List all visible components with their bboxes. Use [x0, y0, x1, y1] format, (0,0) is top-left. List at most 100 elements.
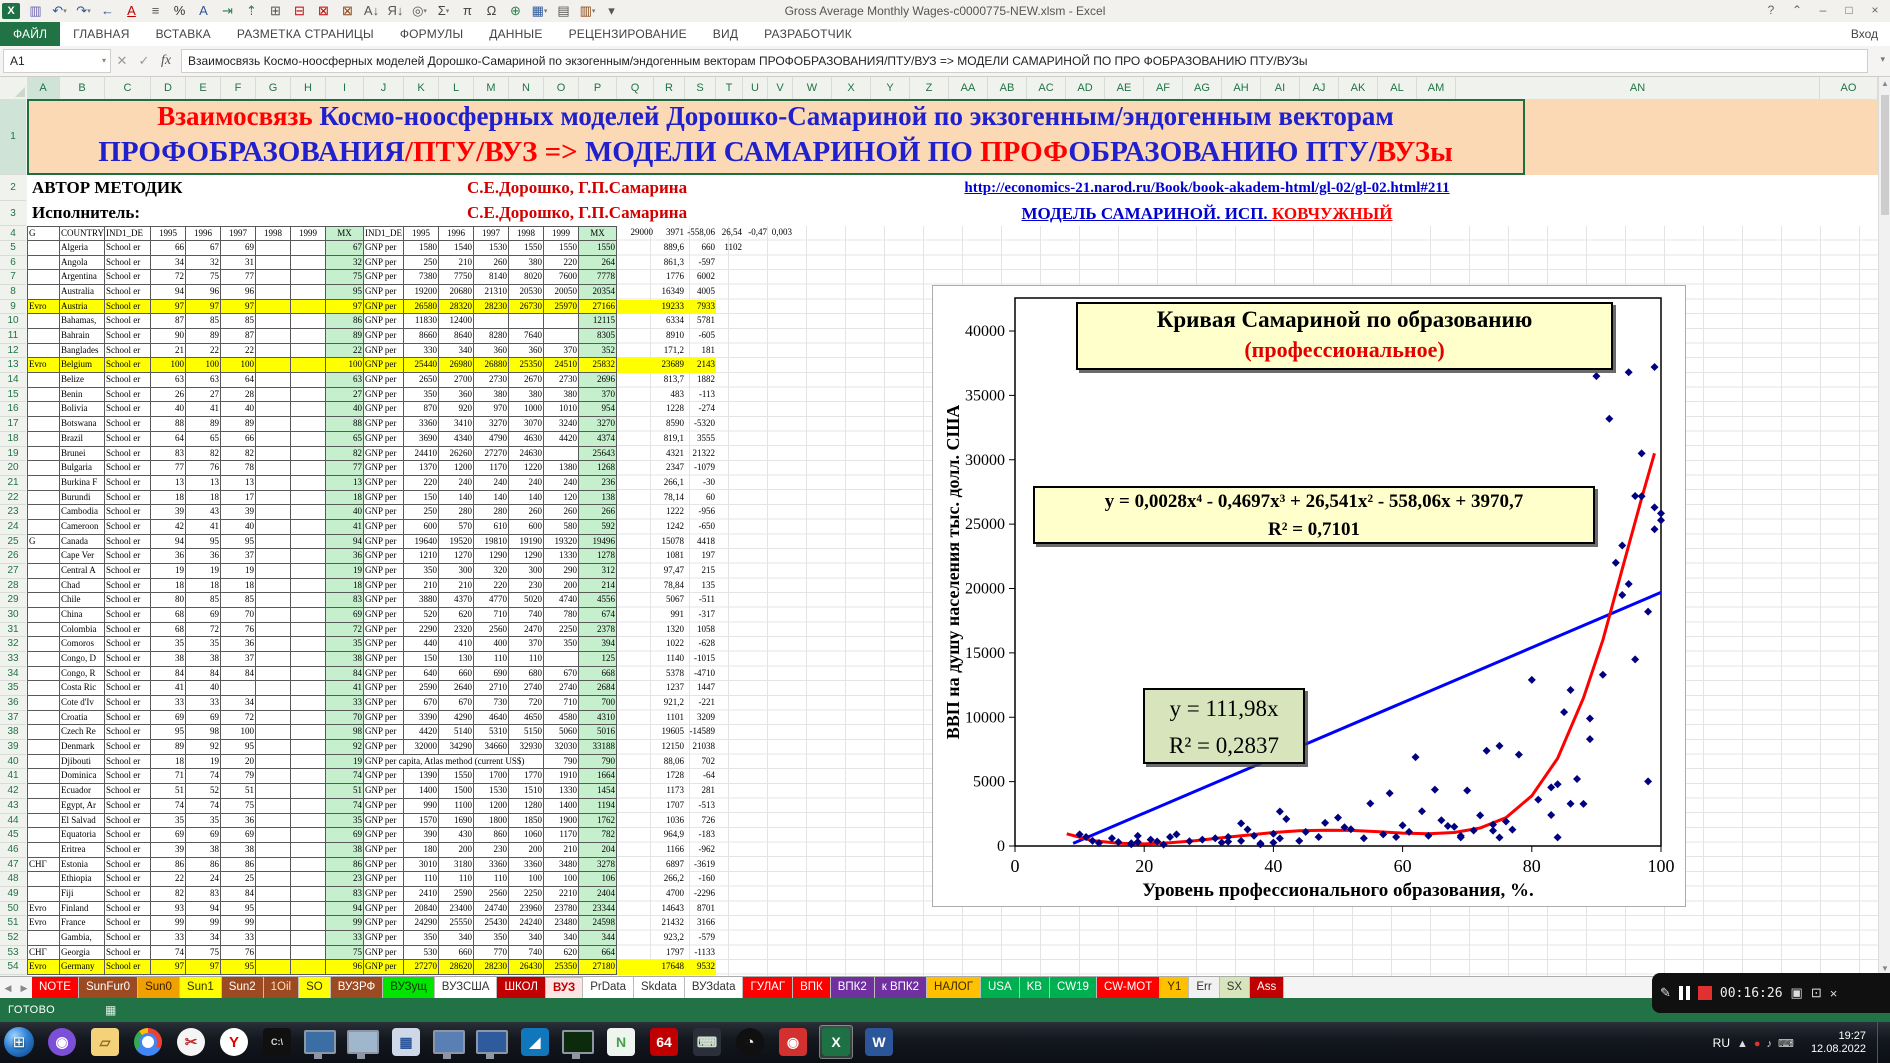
cell[interactable]: -579: [685, 931, 716, 946]
cell[interactable]: 33: [151, 931, 186, 946]
cell[interactable]: [716, 593, 743, 608]
cell[interactable]: [27, 461, 60, 476]
col-header-AM[interactable]: AM: [1417, 77, 1456, 99]
col-header-AB[interactable]: AB: [988, 77, 1027, 99]
cell[interactable]: 26260: [439, 447, 474, 462]
cell[interactable]: [256, 564, 291, 579]
cell[interactable]: 99: [186, 916, 221, 931]
cell[interactable]: [716, 623, 743, 638]
computer-icon[interactable]: [432, 1025, 466, 1059]
cell[interactable]: 1290: [509, 549, 544, 564]
cell[interactable]: 32: [186, 256, 221, 271]
cell[interactable]: GNP per: [364, 652, 404, 667]
cell[interactable]: 82: [186, 447, 221, 462]
cell[interactable]: 138: [579, 491, 617, 506]
cell[interactable]: 3360: [509, 858, 544, 873]
cell[interactable]: 266,2: [654, 872, 685, 887]
cell[interactable]: 39: [151, 505, 186, 520]
cell[interactable]: [256, 681, 291, 696]
ribbon-tab-формулы[interactable]: ФОРМУЛЫ: [387, 22, 476, 46]
cell[interactable]: 89: [186, 417, 221, 432]
cell[interactable]: [256, 902, 291, 917]
cell[interactable]: 3278: [579, 858, 617, 873]
cell[interactable]: 35: [186, 814, 221, 829]
cell[interactable]: 40: [221, 402, 256, 417]
cell[interactable]: 4321: [654, 447, 685, 462]
cell[interactable]: School er: [105, 799, 151, 814]
cell[interactable]: 230: [474, 843, 509, 858]
cell[interactable]: 86: [326, 858, 364, 873]
cell[interactable]: 1707: [654, 799, 685, 814]
row-header-48[interactable]: 48: [0, 872, 26, 887]
cell[interactable]: 27: [186, 388, 221, 403]
cell[interactable]: School er: [105, 769, 151, 784]
enter-entry-icon[interactable]: ✓: [133, 53, 155, 69]
cell[interactable]: 1910: [544, 769, 579, 784]
cell[interactable]: Brunei: [60, 447, 105, 462]
cell[interactable]: 5310: [474, 725, 509, 740]
cell[interactable]: 580: [544, 520, 579, 535]
cell[interactable]: [256, 637, 291, 652]
recorder-close-icon[interactable]: ×: [1830, 986, 1838, 1001]
cell[interactable]: 4290: [439, 711, 474, 726]
cell[interactable]: [256, 652, 291, 667]
cell[interactable]: 12400: [439, 314, 474, 329]
sheet-tab-kb[interactable]: KB: [1020, 977, 1050, 999]
chart-title-box[interactable]: Кривая Самариной по образованию (професс…: [1076, 302, 1613, 370]
cell[interactable]: 84: [151, 667, 186, 682]
cell[interactable]: 1237: [654, 681, 685, 696]
cell[interactable]: 1173: [654, 784, 685, 799]
cell[interactable]: 28230: [474, 300, 509, 315]
cell[interactable]: [291, 887, 326, 902]
row-header-51[interactable]: 51: [0, 916, 26, 931]
cell[interactable]: [27, 623, 60, 638]
cancel-entry-icon[interactable]: ✕: [111, 53, 133, 69]
cell[interactable]: Bahamas,: [60, 314, 105, 329]
cell[interactable]: 33: [186, 696, 221, 711]
cell[interactable]: [27, 564, 60, 579]
cell[interactable]: Canada: [60, 535, 105, 550]
cell[interactable]: [617, 946, 654, 961]
cell[interactable]: 24740: [474, 902, 509, 917]
cell[interactable]: COUNTRY: [60, 226, 105, 241]
cell[interactable]: 100: [221, 358, 256, 373]
cell[interactable]: 27270: [474, 447, 509, 462]
cell[interactable]: [27, 828, 60, 843]
cell[interactable]: 8660: [404, 329, 439, 344]
col-header-AG[interactable]: AG: [1183, 77, 1222, 99]
cell[interactable]: 22: [186, 344, 221, 359]
cell[interactable]: Congo, D: [60, 652, 105, 667]
cell[interactable]: [716, 946, 743, 961]
restore-icon[interactable]: □: [1836, 0, 1862, 21]
recorder-pause-button[interactable]: [1679, 986, 1690, 1000]
cell[interactable]: 41: [186, 520, 221, 535]
cell[interactable]: 340: [509, 931, 544, 946]
cell[interactable]: [617, 476, 654, 491]
cell[interactable]: [716, 814, 743, 829]
cell[interactable]: 5140: [439, 725, 474, 740]
cell[interactable]: [617, 872, 654, 887]
cell[interactable]: 36: [151, 549, 186, 564]
cell[interactable]: 89: [151, 740, 186, 755]
cell[interactable]: School er: [105, 300, 151, 315]
cell[interactable]: -4710: [685, 667, 716, 682]
cell[interactable]: 4790: [474, 432, 509, 447]
cell[interactable]: 1664: [579, 769, 617, 784]
row-header-49[interactable]: 49: [0, 887, 26, 902]
cell[interactable]: 726: [685, 814, 716, 829]
web-icon[interactable]: ⊕: [504, 1, 527, 20]
cell[interactable]: -962: [685, 843, 716, 858]
cell[interactable]: 670: [439, 696, 474, 711]
col-header-V[interactable]: V: [768, 77, 793, 99]
cell[interactable]: 1530: [474, 241, 509, 256]
cell[interactable]: 19320: [544, 535, 579, 550]
row-header-2[interactable]: 2: [0, 175, 26, 201]
cell[interactable]: 84: [221, 667, 256, 682]
cell[interactable]: 1058: [685, 623, 716, 638]
cell[interactable]: 1140: [654, 652, 685, 667]
cell[interactable]: 25350: [544, 960, 579, 975]
cell[interactable]: Dominica: [60, 769, 105, 784]
cell[interactable]: [291, 593, 326, 608]
cell[interactable]: School er: [105, 549, 151, 564]
row-header-46[interactable]: 46: [0, 843, 26, 858]
